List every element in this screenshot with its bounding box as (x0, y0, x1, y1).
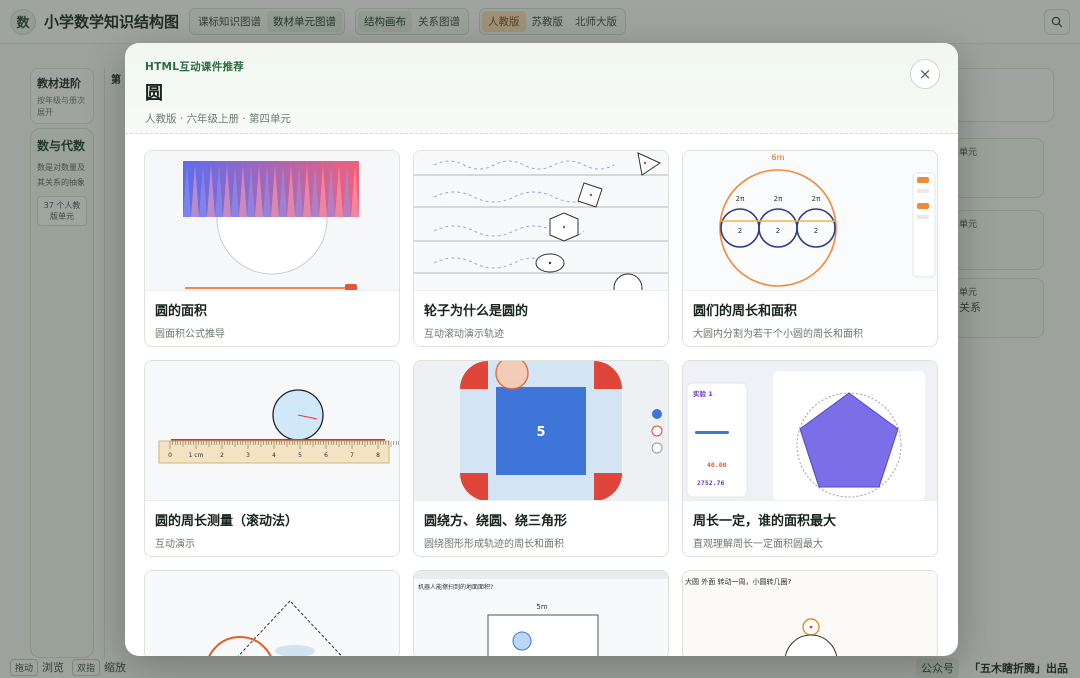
card-desc: 圆绕图形形成轨迹的周长和面积 (424, 539, 564, 550)
card-thumbnail: 机器人能擦扫到的地面面积? 5m (414, 571, 668, 656)
card-desc: 圆面积公式推导 (155, 329, 225, 340)
svg-text:2752.76: 2752.76 (697, 479, 724, 487)
modal-title: 圆 (145, 83, 163, 104)
courseware-card[interactable]: 实验 1 40.00 2752.76 周长一定，谁的面积最大 直观理解周长一定面… (682, 360, 938, 557)
card-title: 圆的面积 (155, 304, 208, 319)
courseware-card[interactable]: 0 1 cm 2 3 4 5 6 7 8 圆的周长测量（滚动法） 互动演示 (144, 360, 400, 557)
robot-cleaning-illustration: 机器人能擦扫到的地面面积? 5m (414, 571, 668, 656)
svg-text:40.00: 40.00 (707, 461, 727, 469)
svg-text:7: 7 (350, 452, 354, 459)
card-title: 圆的周长测量（滚动法） (155, 514, 299, 529)
triangle-circle-illustration (208, 600, 343, 656)
courseware-card[interactable]: 轮子为什么是圆的 互动滚动演示轨迹 (413, 150, 669, 347)
rolling-circles-illustration: 大圆 外面 转动一周，小圆转几圈? (685, 577, 838, 656)
svg-text:2: 2 (220, 452, 224, 459)
max-area-illustration: 实验 1 40.00 2752.76 (686, 371, 925, 500)
svg-text:5m: 5m (536, 603, 547, 611)
card-thumbnail: 5 (414, 361, 668, 501)
card-desc: 互动演示 (155, 539, 195, 550)
svg-text:1 cm: 1 cm (189, 452, 204, 459)
svg-text:2π: 2π (812, 195, 821, 203)
close-icon: × (918, 65, 932, 83)
courseware-card[interactable]: 圆的面积 圆面积公式推导 (144, 150, 400, 347)
card-title: 周长一定，谁的面积最大 (693, 514, 837, 529)
card-desc: 直观理解周长一定面积圆最大 (693, 539, 823, 550)
wheel-trajectory-illustration (414, 152, 668, 290)
close-button[interactable]: × (910, 59, 940, 89)
card-title: 轮子为什么是圆的 (424, 304, 529, 319)
courseware-grid: 圆的面积 圆面积公式推导 轮子为什么是圆的 互动滚动演示轨迹 6m 2π 2π … (144, 150, 939, 656)
card-thumbnail (145, 151, 399, 291)
card-thumbnail (414, 151, 668, 291)
circle-area-illustration (183, 161, 359, 290)
card-thumbnail: 实验 1 40.00 2752.76 (683, 361, 937, 501)
card-thumbnail: 6m 2π 2π 2π 2 2 2 (683, 151, 937, 291)
card-desc: 大圆内分割为若干个小圆的周长和面积 (693, 329, 863, 340)
svg-text:8: 8 (376, 452, 380, 459)
courseware-card[interactable]: 5 圆绕方、绕圆、绕三角形 圆绕图形形成轨迹的周长和面积 (413, 360, 669, 557)
svg-text:机器人能擦扫到的地面面积?: 机器人能擦扫到的地面面积? (418, 583, 493, 591)
svg-text:6m: 6m (772, 153, 785, 162)
svg-text:大圆 外面 转动一周，小圆转几圈?: 大圆 外面 转动一周，小圆转几圈? (685, 577, 791, 586)
svg-text:2: 2 (776, 227, 780, 235)
card-thumbnail: 0 1 cm 2 3 4 5 6 7 8 (145, 361, 399, 501)
courseware-card[interactable]: 6m 2π 2π 2π 2 2 2 圆们的周长和面积 大圆内分割为若干个小圆的周… (682, 150, 938, 347)
card-thumbnail: 大圆 外面 转动一周，小圆转几圈? (683, 571, 937, 656)
svg-text:2: 2 (814, 227, 818, 235)
card-desc: 互动滚动演示轨迹 (424, 329, 504, 340)
circle-around-square-illustration: 5 (460, 361, 663, 500)
svg-text:实验 1: 实验 1 (693, 389, 713, 398)
svg-text:5: 5 (536, 425, 545, 440)
svg-text:3: 3 (246, 452, 250, 459)
courseware-card[interactable]: 机器人能擦扫到的地面面积? 5m (413, 570, 669, 656)
svg-text:2π: 2π (736, 195, 745, 203)
modal-eyebrow: HTML互动课件推荐 (145, 61, 245, 73)
svg-text:0: 0 (168, 452, 172, 459)
card-thumbnail (145, 571, 399, 656)
svg-text:2π: 2π (774, 195, 783, 203)
svg-text:5: 5 (298, 452, 302, 459)
modal-subtitle: 人教版 · 六年级上册 · 第四单元 (145, 113, 292, 125)
svg-text:4: 4 (272, 452, 276, 459)
svg-text:6: 6 (324, 452, 328, 459)
modal-header: HTML互动课件推荐 圆 人教版 · 六年级上册 · 第四单元 × (125, 43, 958, 134)
courseware-card[interactable]: 大圆 外面 转动一周，小圆转几圈? (682, 570, 938, 656)
card-title: 圆绕方、绕圆、绕三角形 (424, 514, 568, 529)
svg-text:2: 2 (738, 227, 742, 235)
courseware-card[interactable] (144, 570, 400, 656)
circles-perimeter-illustration: 6m 2π 2π 2π 2 2 2 (719, 153, 936, 287)
courseware-modal: HTML互动课件推荐 圆 人教版 · 六年级上册 · 第四单元 × 圆的面积 圆… (125, 43, 958, 656)
card-title: 圆们的周长和面积 (693, 304, 798, 319)
rolling-ruler-illustration: 0 1 cm 2 3 4 5 6 7 8 (158, 389, 399, 464)
